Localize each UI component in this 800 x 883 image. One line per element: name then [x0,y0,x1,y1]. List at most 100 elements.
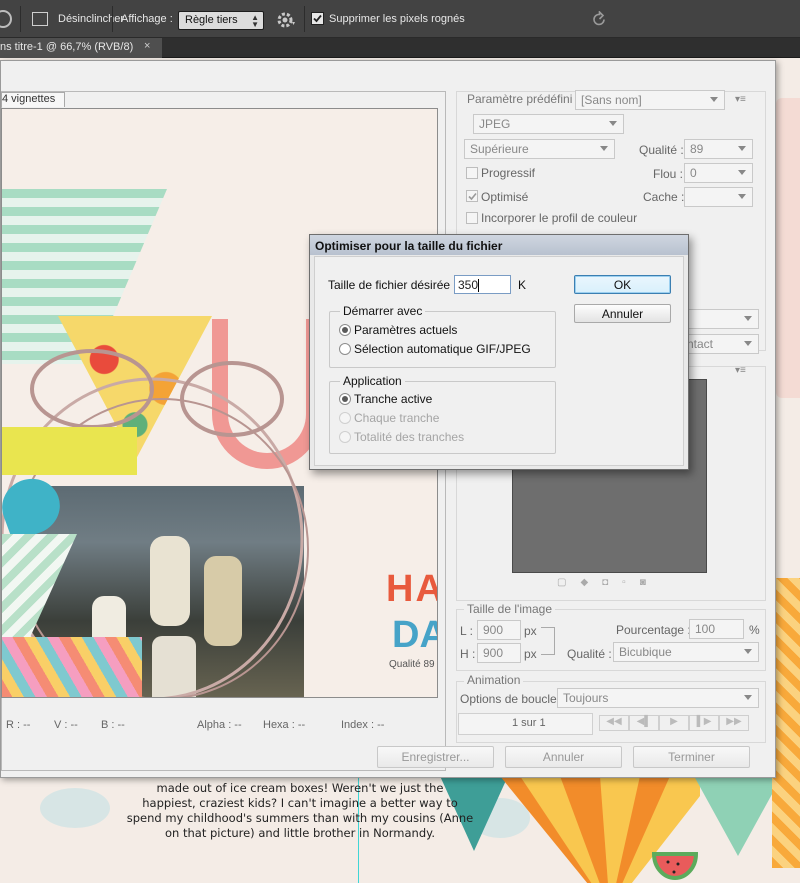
play-icon[interactable]: ▶ [659,715,689,731]
done-button[interactable]: Terminer [633,746,750,768]
document-tab-bar: ns titre-1 @ 66,7% (RVB/8) × [0,38,800,58]
display-value: Règle tiers [185,14,238,26]
animation-title: Animation [464,673,524,687]
chevron-down-icon [744,316,752,321]
chevron-down-icon [600,146,608,151]
blur-label: Flou : [653,167,684,181]
auto-select-radio[interactable] [339,343,351,355]
target-size-input[interactable]: 350 [454,275,511,294]
readout-v: V : -- [54,719,78,731]
chevron-down-icon [738,194,746,199]
resample-select[interactable]: Bicubique [613,642,759,662]
save-button[interactable]: Enregistrer... [377,746,494,768]
resample-label: Qualité : [567,647,612,661]
display-label: Affichage : [121,13,173,25]
dialog-body: Taille de fichier désirée : 350 K OK Ann… [314,256,684,466]
ok-button[interactable]: OK [574,275,671,294]
start-with-group [329,311,556,368]
deskew-icon[interactable] [32,12,48,26]
story-line: happiest, craziest kids? I can't imagine… [142,796,458,810]
all-slices-radio[interactable] [339,431,351,443]
width-input[interactable]: 900 [477,620,521,640]
width-unit: px [524,624,537,638]
journaling-text: made out of ice cream boxes! Weren't we … [120,781,480,841]
reset-icon[interactable] [591,10,608,28]
story-line: made out of ice cream boxes! Weren't we … [156,781,444,795]
preset-select[interactable]: [Sans nom] [575,90,725,110]
loop-select[interactable]: Toujours [557,688,759,708]
auto-select-label: Sélection automatique GIF/JPEG [354,342,531,356]
readout-b: B : -- [101,719,125,731]
story-line: on that picture) and little brother in N… [165,826,435,840]
preview-text-da: DA [392,614,437,656]
height-input[interactable]: 900 [477,643,521,663]
preset-label: Paramètre prédéfini : [464,92,583,106]
percent-unit: % [749,623,760,637]
chevron-down-icon [744,649,752,654]
animation-controls[interactable]: ◀◀ ◀▌ ▶ ▌▶ ▶▶ [599,715,757,732]
rotate-icon[interactable] [0,10,12,28]
matte-select[interactable] [684,187,753,207]
deskew-button[interactable]: Désinclincher [58,13,124,25]
display-select[interactable]: Règle tiers ▲ ▼ [178,11,264,30]
link-icon[interactable] [541,627,555,655]
icc-profile-checkbox[interactable] [466,212,478,224]
metadata-select[interactable] [681,309,759,329]
width-label: L : [460,624,473,638]
document-tab[interactable]: ns titre-1 @ 66,7% (RVB/8) × [0,38,162,58]
panel-menu-icon[interactable]: ▾≡ [735,365,746,376]
panel-menu-icon[interactable]: ▾≡ [735,94,746,105]
preview-quality-label: Qualité 89 [389,659,435,670]
progressive-label: Progressif [481,166,536,180]
active-slice-label: Tranche active [354,392,433,406]
contact-select[interactable]: ntact [681,334,759,354]
cancel-button[interactable]: Annuler [505,746,622,768]
last-frame-icon[interactable]: ▶▶ [719,715,749,731]
gear-icon[interactable] [276,10,296,30]
first-frame-icon[interactable]: ◀◀ [599,715,629,731]
next-frame-icon[interactable]: ▌▶ [689,715,719,731]
pennant-orange-diamonds [772,578,800,868]
quality-preset-select[interactable]: Supérieure [464,139,615,159]
story-line: spend my childhood's summers than with m… [126,811,474,825]
delete-cropped-label: Supprimer les pixels rognés [329,13,465,25]
prev-frame-icon[interactable]: ◀▌ [629,715,659,731]
start-with-title: Démarrer avec [340,304,426,318]
format-select[interactable]: JPEG [473,114,624,134]
optimized-checkbox[interactable] [466,190,478,202]
modal-cancel-button[interactable]: Annuler [574,304,671,323]
readout-hexa: Hexa : -- [263,719,306,731]
quality-input[interactable]: 89 [684,139,753,159]
frame-counter: 1 sur 1 [512,717,546,729]
preview-text-hap: HAP [386,568,437,610]
current-settings-radio[interactable] [339,324,351,336]
close-icon[interactable]: × [144,40,150,52]
readout-r: R : -- [6,719,31,731]
progressive-checkbox[interactable] [466,167,478,179]
chevron-down-icon [744,341,752,346]
target-size-label: Taille de fichier désirée : [328,278,457,292]
pennant-green [694,776,782,856]
color-readout: R : -- V : -- B : -- Alpha : -- Hexa : -… [1,714,446,736]
matte-label: Cache : [643,190,685,204]
each-slice-label: Chaque tranche [354,411,440,425]
size-unit: K [518,278,527,292]
options-bar: Désinclincher Affichage : Règle tiers ▲ ▼… [0,0,800,38]
optimize-file-size-dialog: Optimiser pour la taille du fichier Tail… [309,234,689,470]
current-settings-label: Paramètres actuels [354,323,458,337]
height-unit: px [524,647,537,661]
chevron-down-icon [710,97,718,102]
watermelon-icon [651,848,699,883]
quality-label: Qualité : [639,143,684,157]
chevron-down-icon [738,146,746,151]
dialog-title[interactable]: Optimiser pour la taille du fichier [310,235,688,255]
percent-input[interactable]: 100 [689,619,744,639]
tab-4-up[interactable]: 4 vignettes [1,92,65,107]
percent-label: Pourcentage : [616,623,691,637]
document-tab-title: ns titre-1 @ 66,7% (RVB/8) [0,41,134,53]
each-slice-radio[interactable] [339,412,351,424]
blur-input[interactable]: 0 [684,163,753,183]
active-slice-radio[interactable] [339,393,351,405]
delete-cropped-checkbox[interactable] [311,12,324,25]
height-label: H : [460,647,476,661]
